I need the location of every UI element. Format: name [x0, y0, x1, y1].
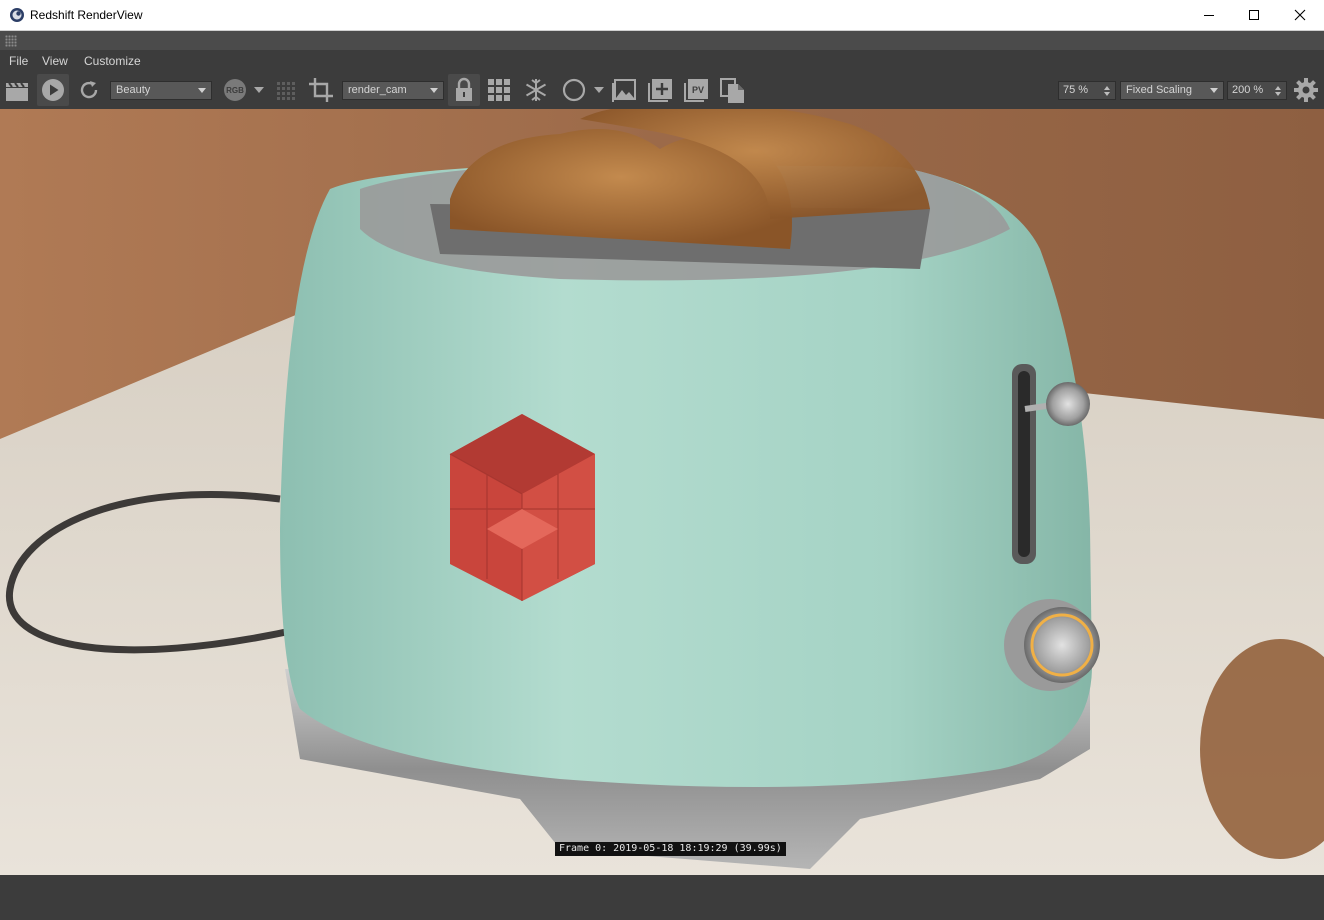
chevron-down-icon	[198, 88, 206, 93]
chevron-down-icon	[1210, 88, 1218, 93]
zoom-spinbox[interactable]: 75 %	[1058, 81, 1116, 100]
refresh-render-button[interactable]	[77, 77, 101, 103]
clapperboard-icon	[6, 82, 28, 101]
picture-viewer-icon: PV	[684, 79, 708, 102]
aov-select[interactable]: Beauty	[110, 81, 212, 100]
picture-viewer-button[interactable]: PV	[684, 77, 710, 103]
camera-select[interactable]: render_cam	[342, 81, 444, 100]
channel-dropdown[interactable]	[253, 77, 265, 103]
menu-file[interactable]: File	[9, 54, 28, 68]
minimize-icon	[1204, 15, 1214, 16]
render-settings-button[interactable]	[5, 77, 29, 103]
save-image-button[interactable]	[612, 77, 638, 103]
freeze-render-button[interactable]	[523, 77, 549, 103]
window-title: Redshift RenderView	[30, 8, 143, 22]
menu-bar: File View Customize	[0, 50, 1324, 72]
aov-select-value: Beauty	[116, 84, 151, 96]
clipping-dropdown[interactable]	[593, 77, 605, 103]
refresh-icon	[80, 81, 98, 99]
close-button[interactable]	[1277, 0, 1323, 30]
clipping-button[interactable]	[562, 77, 588, 103]
camera-select-value: render_cam	[348, 84, 407, 96]
menu-customize[interactable]: Customize	[84, 54, 141, 68]
add-snapshot-icon	[648, 79, 672, 102]
scale-value: 200 %	[1232, 84, 1264, 96]
minimize-button[interactable]	[1186, 0, 1232, 30]
scaling-select[interactable]: Fixed Scaling	[1120, 81, 1224, 100]
play-icon	[42, 79, 64, 101]
copy-image-button[interactable]	[720, 77, 746, 103]
close-icon	[1294, 9, 1306, 21]
bucket-grid-button[interactable]	[487, 77, 513, 103]
channel-button[interactable]: RGB	[223, 77, 249, 103]
tile-grid-button[interactable]	[275, 77, 297, 103]
spin-up-icon[interactable]	[1104, 86, 1110, 90]
scaling-select-value: Fixed Scaling	[1126, 84, 1193, 96]
spin-down-icon[interactable]	[1104, 92, 1110, 96]
gear-icon	[1294, 78, 1318, 102]
scale-spinbox[interactable]: 200 %	[1227, 81, 1287, 100]
add-snapshot-button[interactable]	[648, 77, 674, 103]
rgb-channel-icon: RGB	[224, 79, 246, 101]
maximize-icon	[1249, 10, 1259, 20]
chevron-down-icon	[254, 87, 264, 93]
dot-grid-icon	[277, 82, 295, 100]
settings-button[interactable]	[1293, 77, 1319, 103]
spin-down-icon[interactable]	[1275, 92, 1281, 96]
channel-badge: RGB	[226, 86, 244, 95]
lock-icon	[456, 77, 472, 101]
chevron-down-icon	[430, 88, 438, 93]
grip-handle-icon[interactable]	[5, 35, 17, 47]
title-bar: Redshift RenderView	[0, 0, 1324, 31]
zoom-value: 75 %	[1063, 84, 1089, 96]
crop-icon	[309, 78, 333, 102]
image-icon	[612, 79, 636, 102]
copy-pages-icon	[720, 78, 744, 103]
grid-icon	[488, 79, 510, 101]
lock-camera-button[interactable]	[453, 77, 475, 103]
snowflake-icon	[525, 79, 547, 101]
status-bar	[0, 875, 1324, 920]
menu-view[interactable]: View	[42, 54, 68, 68]
crop-region-button[interactable]	[308, 77, 334, 103]
panel-grip[interactable]	[0, 31, 1324, 50]
pv-badge: PV	[692, 85, 704, 95]
rendered-toaster-image	[0, 109, 1324, 875]
render-canvas[interactable]	[0, 109, 1324, 875]
cinema4d-app-icon	[10, 8, 24, 22]
spin-up-icon[interactable]	[1275, 86, 1281, 90]
frame-info-label: Frame 0: 2019-05-18 18:19:29 (39.99s)	[555, 842, 786, 856]
circle-outline-icon	[562, 78, 586, 102]
maximize-button[interactable]	[1231, 0, 1277, 30]
toolbar: Beauty RGB render_cam PV 75 % Fixed Scal…	[0, 72, 1324, 109]
chevron-down-icon	[594, 87, 604, 93]
start-render-button[interactable]	[40, 77, 66, 103]
